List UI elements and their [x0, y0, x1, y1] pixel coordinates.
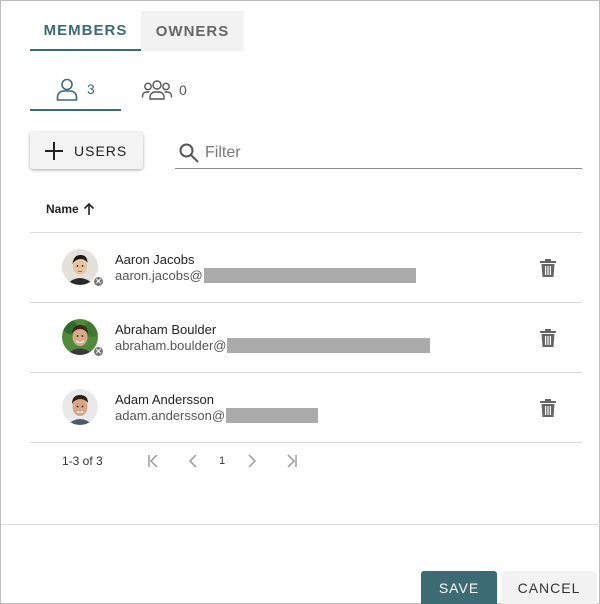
- pagination-range: 1-3 of 3: [62, 454, 103, 468]
- column-header-name[interactable]: Name: [46, 200, 96, 218]
- user-email: adam.andersson@: [115, 408, 319, 423]
- redacted-block: [226, 408, 319, 423]
- user-email: abraham.boulder@: [115, 338, 431, 353]
- filter-input[interactable]: [205, 143, 565, 162]
- previous-page-icon[interactable]: [184, 451, 204, 471]
- search-icon: [179, 143, 199, 163]
- tab-owners[interactable]: OWNERS: [141, 11, 244, 51]
- redacted-block: [227, 338, 431, 353]
- user-email-text: aaron.jacobs@: [115, 268, 203, 283]
- column-header-name-label: Name: [46, 202, 79, 216]
- redacted-block: [203, 268, 416, 283]
- user-name: Aaron Jacobs: [115, 252, 195, 267]
- subtab-users[interactable]: 3: [30, 69, 121, 111]
- users-count: 3: [87, 81, 95, 97]
- table-row: Aaron Jacobs aaron.jacobs@: [30, 233, 582, 303]
- user-name: Abraham Boulder: [115, 322, 217, 337]
- trash-icon[interactable]: [540, 399, 556, 417]
- user-icon: [56, 78, 78, 101]
- groups-count: 0: [179, 82, 187, 98]
- trash-icon[interactable]: [540, 259, 556, 277]
- cancel-button[interactable]: CANCEL: [501, 571, 597, 604]
- current-page: 1: [219, 455, 226, 467]
- filter-field[interactable]: [175, 137, 582, 169]
- user-email-text: abraham.boulder@: [115, 338, 227, 353]
- add-users-label: USERS: [74, 142, 128, 159]
- tab-members[interactable]: MEMBERS: [30, 11, 141, 51]
- sort-ascending-icon: [83, 202, 94, 215]
- save-button[interactable]: SAVE: [421, 571, 497, 604]
- table-row: Adam Andersson adam.andersson@: [30, 373, 582, 443]
- remove-badge-icon[interactable]: [93, 276, 104, 287]
- plus-icon: [44, 141, 64, 161]
- members-dialog: MEMBERS OWNERS 3 0 USERS Name: [0, 0, 600, 604]
- add-users-button[interactable]: USERS: [30, 132, 143, 169]
- subtab-groups[interactable]: 0: [141, 69, 201, 111]
- group-icon: [141, 80, 173, 100]
- user-email: aaron.jacobs@: [115, 268, 416, 283]
- divider: [1, 524, 600, 525]
- next-page-icon[interactable]: [241, 451, 261, 471]
- divider: [30, 442, 582, 443]
- first-page-icon[interactable]: [144, 451, 164, 471]
- user-email-text: adam.andersson@: [115, 408, 226, 423]
- last-page-icon[interactable]: [281, 451, 301, 471]
- avatar: [62, 389, 98, 425]
- trash-icon[interactable]: [540, 329, 556, 347]
- remove-badge-icon[interactable]: [93, 346, 104, 357]
- user-name: Adam Andersson: [115, 392, 215, 407]
- table-row: Abraham Boulder abraham.boulder@: [30, 303, 582, 373]
